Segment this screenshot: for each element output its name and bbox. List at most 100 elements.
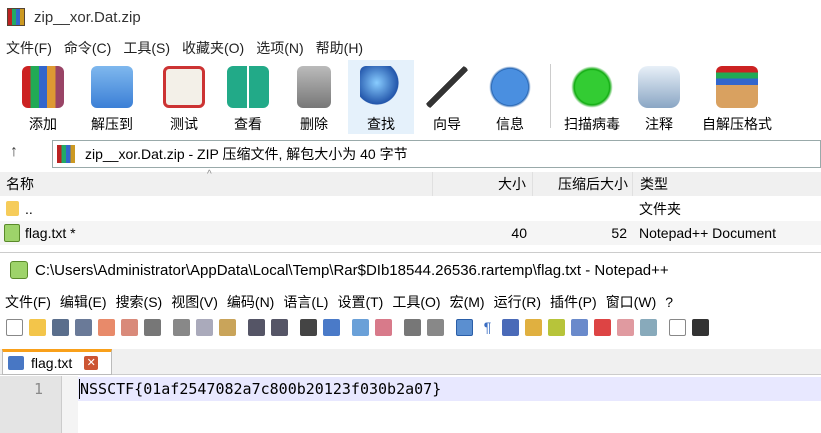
find-button[interactable]: 查找 (348, 60, 414, 134)
test-button[interactable]: 测试 (156, 60, 212, 134)
npp-menu-language[interactable]: 语言(L) (278, 290, 332, 314)
close-file-icon[interactable] (98, 318, 115, 336)
npp-menu-plugins[interactable]: 插件(P) (545, 290, 601, 314)
cut-icon[interactable] (173, 318, 190, 336)
menu-command[interactable]: 命令(C) (58, 36, 117, 60)
menu-file[interactable]: 文件(F) (0, 36, 58, 60)
up-arrow-icon[interactable]: ↑ (10, 143, 18, 161)
extract-folder-icon (91, 66, 133, 108)
col-header-type[interactable]: 类型 (632, 172, 821, 196)
copy-icon[interactable] (196, 318, 213, 336)
folder-as-workspace-icon[interactable] (594, 318, 611, 336)
eye-icon[interactable] (640, 318, 657, 336)
row-size: 40 (511, 225, 527, 241)
open-file-icon[interactable] (29, 318, 46, 336)
col-header-packed[interactable]: 压缩后大小 (532, 172, 632, 196)
close-tab-icon[interactable]: ✕ (84, 356, 99, 370)
notepadpp-toolbar: ¶ (0, 315, 821, 339)
text-editor[interactable]: 1 NSSCTF{01af2547082a7c800b20123f030b2a0… (0, 376, 821, 433)
info-button[interactable]: 信息 (480, 60, 540, 134)
info-icon (489, 66, 531, 108)
wizard-button[interactable]: 向导 (414, 60, 480, 134)
npp-menu-macro[interactable]: 宏(M) (445, 290, 489, 314)
sync-horizontal-icon[interactable] (427, 318, 444, 336)
tab-bar: flag.txt ✕ (0, 349, 821, 375)
menu-options[interactable]: 选项(N) (250, 36, 309, 60)
udl-icon[interactable] (525, 318, 542, 336)
winrar-menu-bar: 文件(F) 命令(C) 工具(S) 收藏夹(O) 选项(N) 帮助(H) (0, 36, 369, 60)
extract-to-label: 解压到 (91, 116, 133, 132)
npp-menu-settings[interactable]: 设置(T) (332, 290, 387, 314)
add-books-icon (22, 66, 64, 108)
add-label: 添加 (29, 116, 57, 132)
save-icon[interactable] (52, 318, 69, 336)
replace-icon[interactable] (323, 318, 340, 336)
extract-to-button[interactable]: 解压到 (76, 60, 148, 134)
function-list-icon[interactable] (571, 318, 588, 336)
npp-menu-run[interactable]: 运行(R) (489, 290, 545, 314)
delete-label: 删除 (300, 116, 328, 132)
find-icon[interactable] (300, 318, 317, 336)
npp-menu-edit[interactable]: 编辑(E) (55, 290, 111, 314)
notepadpp-app-icon (10, 261, 28, 279)
save-all-icon[interactable] (75, 318, 92, 336)
address-field[interactable]: zip__xor.Dat.zip - ZIP 压缩文件, 解包大小为 40 字节 (52, 140, 821, 168)
npp-menu-tools[interactable]: 工具(O) (387, 290, 444, 314)
winrar-toolbar: 添加 解压到 测试 查看 删除 查找 向导 信息 扫描病毒 注释 自解压格式 (0, 60, 821, 136)
winrar-title-bar: zip__xor.Dat.zip (0, 0, 821, 34)
undo-icon[interactable] (248, 318, 265, 336)
winrar-title: zip__xor.Dat.zip (34, 8, 141, 26)
word-wrap-icon[interactable] (456, 318, 473, 336)
tab-flag-txt[interactable]: flag.txt ✕ (2, 349, 112, 375)
close-all-icon[interactable] (121, 318, 138, 336)
line-number: 1 (33, 380, 43, 398)
address-bar: ↑ zip__xor.Dat.zip - ZIP 压缩文件, 解包大小为 40 … (0, 139, 821, 169)
notepadpp-title: C:\Users\Administrator\AppData\Local\Tem… (35, 261, 669, 279)
npp-menu-view[interactable]: 视图(V) (166, 290, 222, 314)
sync-vertical-icon[interactable] (404, 318, 421, 336)
paste-icon[interactable] (219, 318, 236, 336)
npp-menu-search[interactable]: 搜索(S) (111, 290, 167, 314)
stop-macro-icon[interactable] (692, 318, 709, 336)
find-label: 查找 (367, 116, 395, 132)
sfx-button[interactable]: 自解压格式 (697, 60, 777, 134)
npp-menu-file[interactable]: 文件(F) (0, 290, 55, 314)
add-button[interactable]: 添加 (20, 60, 66, 134)
redo-icon[interactable] (271, 318, 288, 336)
indent-guide-icon[interactable] (502, 318, 519, 336)
virus-scan-label: 扫描病毒 (564, 116, 620, 132)
row-name: flag.txt * (25, 225, 76, 241)
view-button[interactable]: 查看 (218, 60, 278, 134)
delete-button[interactable]: 删除 (284, 60, 344, 134)
doc-map-icon[interactable] (548, 318, 565, 336)
tab-label: flag.txt (31, 355, 73, 371)
address-text: zip__xor.Dat.zip - ZIP 压缩文件, 解包大小为 40 字节 (85, 146, 408, 162)
comment-button[interactable]: 注释 (629, 60, 689, 134)
winrar-app-icon (7, 8, 25, 26)
npp-menu-window[interactable]: 窗口(W) (601, 290, 661, 314)
npp-menu-help[interactable]: ? (660, 290, 677, 314)
wizard-label: 向导 (433, 116, 461, 132)
print-icon[interactable] (144, 318, 161, 336)
menu-tools[interactable]: 工具(S) (117, 36, 176, 60)
zoom-in-icon[interactable] (352, 318, 369, 336)
virus-scan-button[interactable]: 扫描病毒 (557, 60, 627, 134)
menu-help[interactable]: 帮助(H) (310, 36, 369, 60)
zoom-out-icon[interactable] (375, 318, 392, 336)
comment-icon (638, 66, 680, 108)
notepadpp-title-bar: C:\Users\Administrator\AppData\Local\Tem… (0, 253, 821, 287)
col-header-name[interactable]: 名称 (0, 172, 432, 196)
fold-margin (62, 376, 78, 433)
editor-line[interactable]: NSSCTF{01af2547082a7c800b20123f030b2a07} (78, 377, 821, 401)
list-item[interactable]: flag.txt * 40 52 Notepad++ Document (0, 221, 821, 245)
view-book-icon (227, 66, 269, 108)
new-file-icon[interactable] (6, 318, 23, 336)
view-label: 查看 (234, 116, 262, 132)
list-item[interactable]: .. 文件夹 (0, 197, 821, 221)
col-header-size[interactable]: 大小 (432, 172, 532, 196)
npp-menu-encoding[interactable]: 编码(N) (222, 290, 278, 314)
menu-favorites[interactable]: 收藏夹(O) (176, 36, 250, 60)
monitoring-icon[interactable] (617, 318, 634, 336)
show-all-chars-icon[interactable]: ¶ (479, 318, 496, 336)
record-macro-icon[interactable] (669, 318, 686, 336)
